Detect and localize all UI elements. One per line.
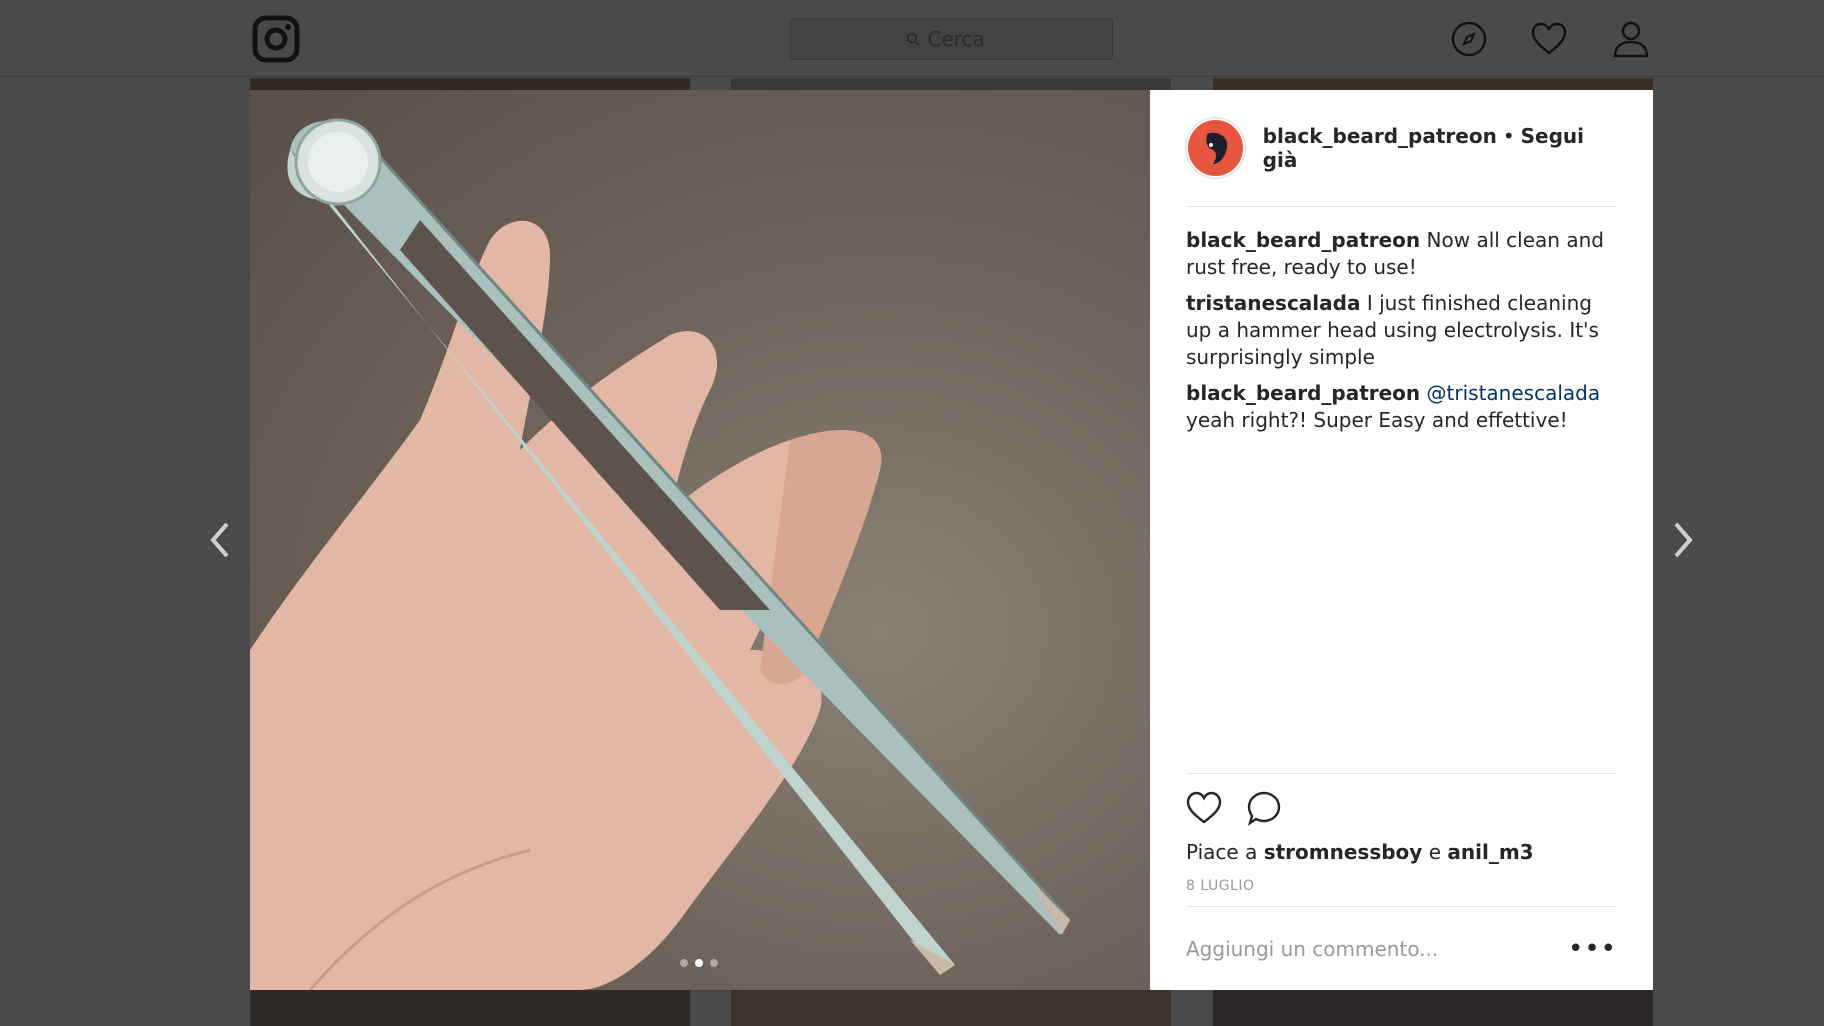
comment-author-link[interactable]: black_beard_patreon bbox=[1186, 381, 1420, 405]
comment-icon[interactable] bbox=[1246, 790, 1282, 826]
feed-thumbnail bbox=[250, 78, 690, 90]
comment-item: black_beard_patreon @tristanescalada yea… bbox=[1186, 380, 1617, 434]
liker-link[interactable]: stromnessboy bbox=[1264, 840, 1423, 864]
search-input[interactable] bbox=[927, 27, 998, 51]
feed-thumbnail bbox=[1213, 990, 1653, 1026]
feed-thumbnail bbox=[731, 78, 1171, 90]
post-actions: Piace a stromnessboy e anil_m3 8 LUGLIO bbox=[1186, 773, 1617, 894]
post-date[interactable]: 8 LUGLIO bbox=[1186, 878, 1617, 894]
comments-list: black_beard_patreon Now all clean and ru… bbox=[1186, 207, 1617, 434]
liker-link[interactable]: anil_m3 bbox=[1447, 840, 1533, 864]
comment-text: yeah right?! Super Easy and effettive! bbox=[1186, 408, 1568, 432]
feed-thumbnail bbox=[731, 990, 1171, 1026]
post-side-panel: black_beard_patreon • Segui già black_bear… bbox=[1150, 90, 1653, 990]
feed-thumbnail bbox=[1213, 78, 1653, 90]
post-modal: black_beard_patreon • Segui già black_bear… bbox=[250, 90, 1653, 990]
comment-mention-link[interactable]: @tristanescalada bbox=[1427, 381, 1601, 405]
post-author-link[interactable]: black_beard_patreon bbox=[1263, 124, 1497, 148]
add-comment-input[interactable] bbox=[1186, 936, 1568, 961]
post-photo[interactable] bbox=[250, 90, 1150, 990]
post-header: black_beard_patreon • Segui già bbox=[1186, 90, 1617, 207]
like-heart-icon[interactable] bbox=[1186, 791, 1222, 825]
comment-item: black_beard_patreon Now all clean and ru… bbox=[1186, 227, 1617, 281]
post-header-text: black_beard_patreon • Segui già bbox=[1263, 124, 1617, 172]
compass-icon[interactable] bbox=[1450, 20, 1488, 58]
likes-prefix: Piace a bbox=[1186, 840, 1258, 864]
search-icon bbox=[906, 32, 920, 46]
carousel-dot-active bbox=[695, 959, 703, 967]
carousel-dot bbox=[710, 959, 718, 967]
comment-author-link[interactable]: tristanescalada bbox=[1186, 291, 1360, 315]
likes-summary: Piace a stromnessboy e anil_m3 bbox=[1186, 840, 1617, 864]
carousel-dot bbox=[680, 959, 688, 967]
add-comment-bar: ••• bbox=[1186, 906, 1617, 990]
chevron-right-icon[interactable] bbox=[1668, 518, 1698, 562]
user-icon[interactable] bbox=[1612, 20, 1650, 58]
bearded-profile-icon bbox=[1206, 132, 1228, 164]
divider-calipers-photo bbox=[250, 118, 1072, 990]
comment-item: tristanescalada I just finished cleaning… bbox=[1186, 290, 1617, 371]
avatar[interactable] bbox=[1186, 118, 1245, 178]
chevron-left-icon[interactable] bbox=[205, 518, 235, 562]
header-separator: • bbox=[1502, 124, 1515, 148]
heart-icon[interactable] bbox=[1530, 20, 1568, 58]
feed-thumbnail bbox=[250, 990, 690, 1026]
search-box[interactable] bbox=[790, 18, 1113, 60]
likes-conjunction: e bbox=[1428, 840, 1442, 864]
action-icons bbox=[1186, 788, 1617, 828]
more-options-icon[interactable]: ••• bbox=[1568, 934, 1617, 964]
top-navigation-bar bbox=[0, 0, 1824, 77]
instagram-logo-icon[interactable] bbox=[252, 15, 300, 63]
comment-author-link[interactable]: black_beard_patreon bbox=[1186, 228, 1420, 252]
carousel-indicator bbox=[680, 959, 718, 967]
